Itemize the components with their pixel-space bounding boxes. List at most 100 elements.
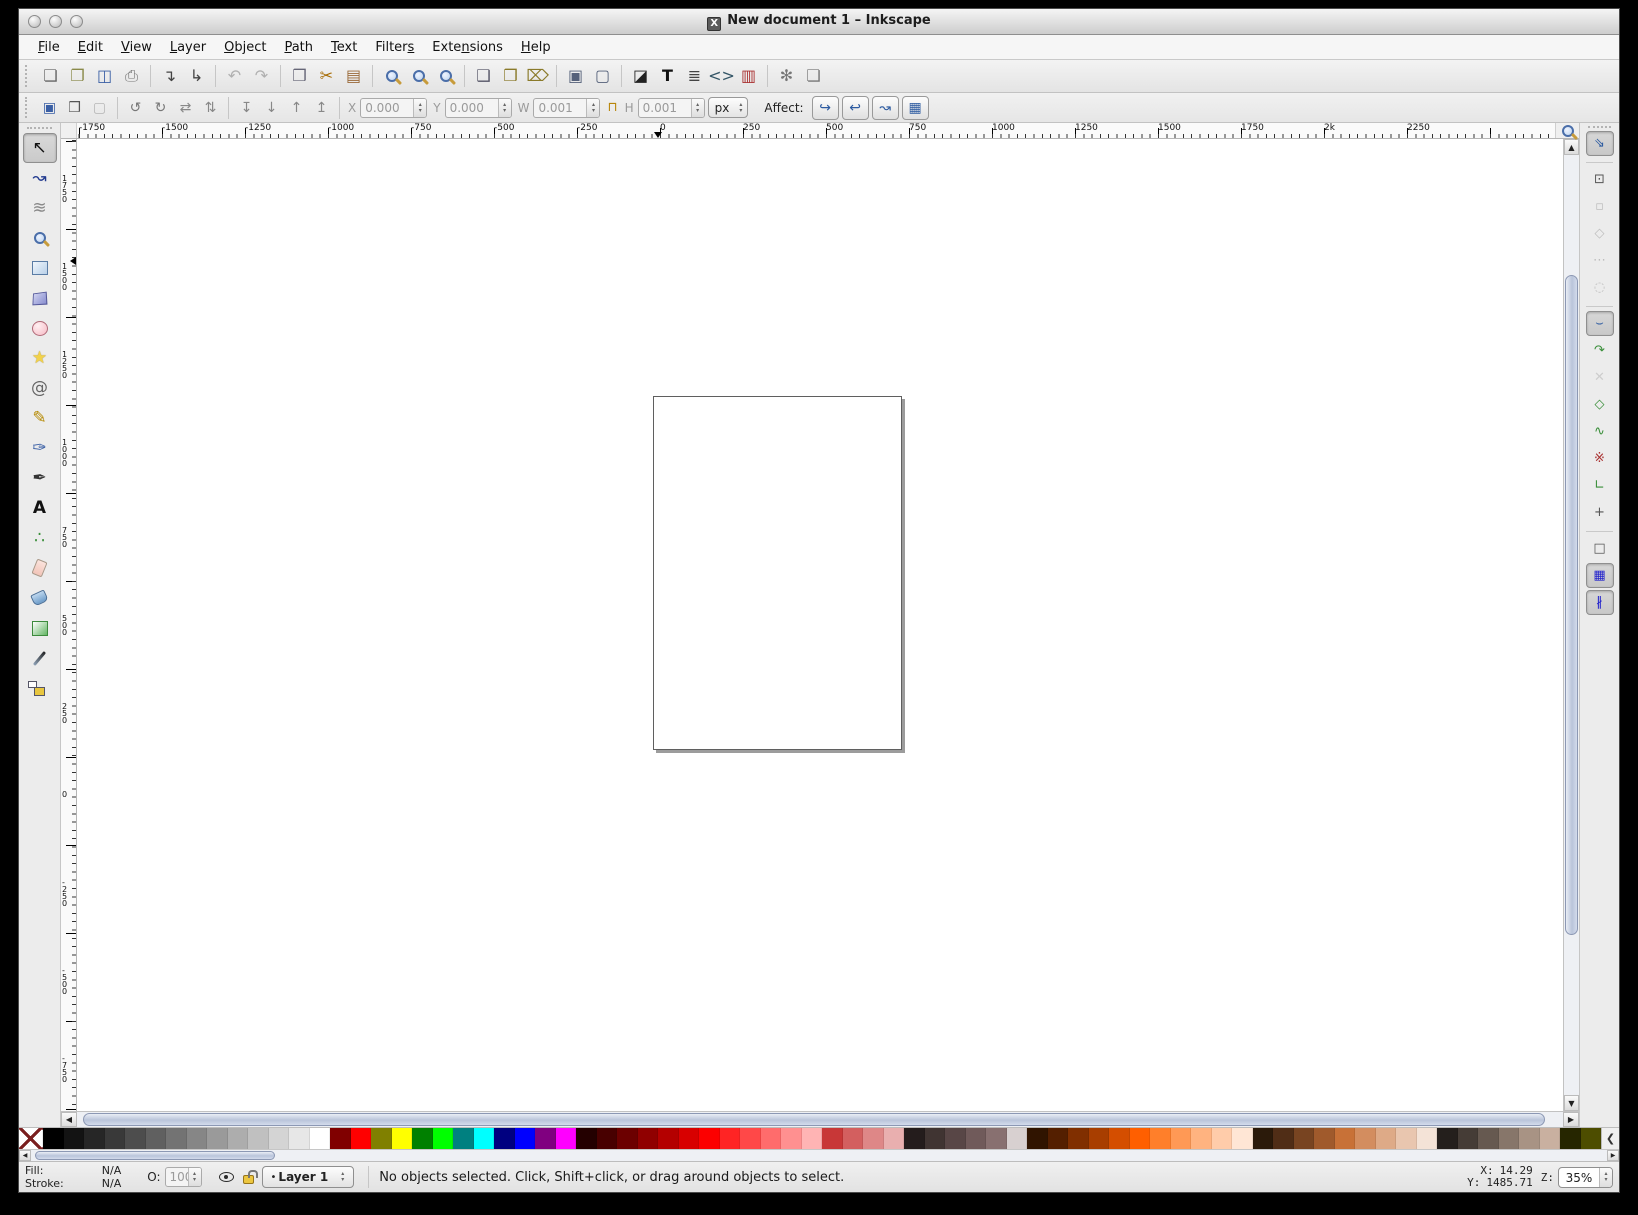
spinner-arrows-icon[interactable]: ▴▾ [413, 99, 426, 117]
palette-swatch-#802f00[interactable] [1068, 1128, 1089, 1149]
palette-swatch-#e7e7e7[interactable] [289, 1128, 310, 1149]
palette-swatch-#393939[interactable] [105, 1128, 126, 1149]
move-patterns-toggle-button[interactable]: ▦ [902, 96, 929, 120]
document-properties-button[interactable]: ❏ [800, 63, 827, 89]
current-layer-dropdown[interactable]: • Layer 1 ▴▾ [262, 1166, 355, 1188]
palette-swatch-#ff7f2a[interactable] [1150, 1128, 1171, 1149]
palette-swatch-#c0c0c0[interactable] [248, 1128, 269, 1149]
palette-swatch-#403432[interactable] [925, 1128, 946, 1149]
export-bitmap-button[interactable]: ↳ [183, 63, 210, 89]
create-clone-button[interactable]: ❒ [497, 63, 524, 89]
paste-button[interactable]: ▤ [340, 63, 367, 89]
connector-tool[interactable] [23, 673, 57, 703]
palette-swatch-#a83e00[interactable] [1089, 1128, 1110, 1149]
palette-swatch-#241c1c[interactable] [904, 1128, 925, 1149]
title-bar[interactable]: XNew document 1 – Inkscape [19, 9, 1619, 35]
horizontal-scrollbar[interactable]: ◀ ▶ [61, 1111, 1579, 1127]
palette-swatch-#887070[interactable] [986, 1128, 1007, 1149]
lock-width-height-toggle[interactable]: ⊓ [607, 100, 617, 115]
group-button[interactable]: ▣ [562, 63, 589, 89]
palette-scroll-thumb[interactable] [35, 1151, 275, 1160]
spray-tool[interactable]: ∴ [23, 523, 57, 553]
vertical-ruler[interactable]: 17501500125010007505002500-250-500-750 [61, 139, 77, 1111]
palette-swatch-#240000[interactable] [576, 1128, 597, 1149]
snap-to-paths-toggle-button[interactable]: ↷ [1586, 338, 1614, 363]
palette-swatch-#784421[interactable] [1294, 1128, 1315, 1149]
palette-swatch-#606060[interactable] [146, 1128, 167, 1149]
palette-swatch-#800080[interactable] [535, 1128, 556, 1149]
palette-swatch-#008000[interactable] [412, 1128, 433, 1149]
document-page[interactable] [653, 396, 902, 750]
canvas[interactable] [77, 139, 1563, 1111]
scroll-down-icon[interactable]: ▼ [1564, 1095, 1579, 1111]
palette-swatch-#d44e00[interactable] [1109, 1128, 1130, 1149]
palette-swatch-#c87137[interactable] [1335, 1128, 1356, 1149]
palette-swatch-#d35f5f[interactable] [843, 1128, 864, 1149]
palette-swatch-#ffff00[interactable] [392, 1128, 413, 1149]
palette-more-colors-button[interactable]: ❮ [1601, 1128, 1619, 1149]
palette-swatch-#868686[interactable] [187, 1128, 208, 1149]
dropper-tool[interactable] [23, 643, 57, 673]
vertical-scroll-thumb[interactable] [1565, 275, 1578, 935]
palette-swatch-#00ffff[interactable] [474, 1128, 495, 1149]
palette-swatch-#deaa87[interactable] [1376, 1128, 1397, 1149]
palette-swatch-#900000[interactable] [638, 1128, 659, 1149]
scale-rounded-corners-toggle-button[interactable]: ↩ [842, 96, 869, 120]
spinner-arrows-icon[interactable]: ▴▾ [1599, 1168, 1612, 1187]
node-tool[interactable]: ↝ [23, 163, 57, 193]
snap-bounding-box-toggle-button[interactable]: ⊡ [1586, 167, 1614, 192]
palette-swatch-#b40000[interactable] [658, 1128, 679, 1149]
palette-swatch-#808000[interactable] [371, 1128, 392, 1149]
horizontal-ruler[interactable]: -1750-1500-1250-1000-750-500-25002505007… [77, 123, 1555, 138]
menu-file[interactable]: File [29, 40, 69, 55]
palette-swatch-#ff6c6c[interactable] [761, 1128, 782, 1149]
spinner-arrows-icon[interactable]: ▴▾ [188, 1168, 201, 1186]
import-bitmap-button[interactable]: ↴ [156, 63, 183, 89]
palette-swatch-#ffb380[interactable] [1191, 1128, 1212, 1149]
palette-swatch-#fc0000[interactable] [699, 1128, 720, 1149]
snap-object-centers-toggle-button[interactable]: ∟ [1586, 473, 1614, 498]
palette-swatch-#008080[interactable] [453, 1128, 474, 1149]
enable-snapping-toggle-button[interactable]: ⇘ [1586, 131, 1614, 156]
flip-horizontal-button[interactable]: ⇄ [173, 96, 198, 120]
palette-swatch-#d4d4d4[interactable] [269, 1128, 290, 1149]
paint-bucket-tool[interactable] [23, 583, 57, 613]
palette-swatch-#541f00[interactable] [1048, 1128, 1069, 1149]
fill-stroke-dialog-button[interactable]: ◪ [627, 63, 654, 89]
x-spinner[interactable]: 0.000 ▴▾ [360, 98, 427, 118]
raise-to-top-button[interactable]: ↥ [309, 96, 334, 120]
palette-swatch-#ff5f00[interactable] [1130, 1128, 1151, 1149]
palette-swatch-#d80000[interactable] [679, 1128, 700, 1149]
palette-swatch-#ff4848[interactable] [740, 1128, 761, 1149]
scroll-left-icon[interactable]: ◀ [61, 1112, 77, 1127]
text-tool[interactable]: A [23, 493, 57, 523]
palette-swatch-#665950[interactable] [1478, 1128, 1499, 1149]
scale-stroke-width-toggle-button[interactable]: ↪ [812, 96, 839, 120]
palette-swatch-#f4e3d7[interactable] [1417, 1128, 1438, 1149]
cut-button[interactable]: ✂ [313, 63, 340, 89]
palette-swatch-#480000[interactable] [597, 1128, 618, 1149]
palette-swatch-#a89384[interactable] [1519, 1128, 1540, 1149]
inkscape-preferences-button[interactable]: ✻ [773, 63, 800, 89]
palette-swatch-#800000[interactable] [330, 1128, 351, 1149]
xml-editor-button[interactable]: <> [708, 63, 735, 89]
spinner-arrows-icon[interactable]: ▴▾ [691, 99, 704, 117]
h-spinner[interactable]: 0.001 ▴▾ [638, 98, 705, 118]
pencil-tool[interactable]: ✎ [23, 403, 57, 433]
snap-nodes-toggle-button[interactable]: ⌣ [1586, 311, 1614, 336]
palette-swatch-#adadad[interactable] [228, 1128, 249, 1149]
opacity-spinner[interactable]: 100 ▴▾ [165, 1167, 202, 1187]
scroll-up-icon[interactable]: ▲ [1564, 139, 1579, 155]
pen-tool[interactable]: ✑ [23, 433, 57, 463]
zoom-to-page-button[interactable] [432, 63, 459, 89]
palette-swatch-#000080[interactable] [494, 1128, 515, 1149]
palette-swatch-#4d4d00[interactable] [1581, 1128, 1602, 1149]
horizontal-scroll-thumb[interactable] [83, 1113, 1545, 1126]
palette-swatch-#4d4d4d[interactable] [125, 1128, 146, 1149]
palette-swatch-#d38d5f[interactable] [1355, 1128, 1376, 1149]
snap-smooth-nodes-toggle-button[interactable]: ∿ [1586, 419, 1614, 444]
vertical-scrollbar[interactable]: ▲ ▼ [1563, 139, 1579, 1111]
flip-vertical-button[interactable]: ⇅ [198, 96, 223, 120]
box3d-tool[interactable] [23, 283, 57, 313]
palette-swatch-#ff0000[interactable] [351, 1128, 372, 1149]
